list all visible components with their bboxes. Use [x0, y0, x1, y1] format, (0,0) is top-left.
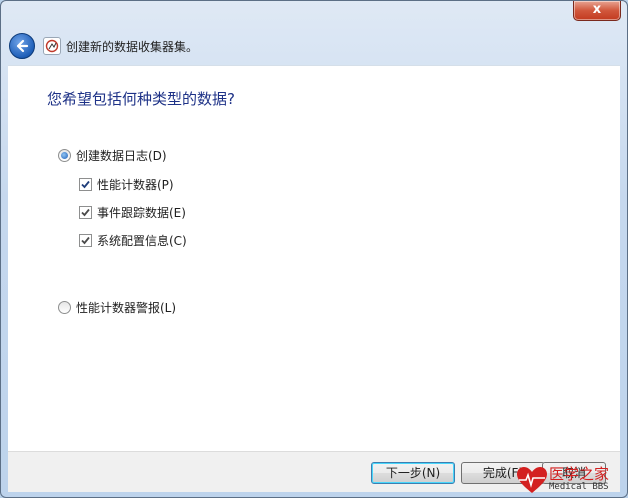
- wizard-window: x 创建新的数据收集器集。 您希望包括何种类型的数据? 创建数据日志(D) 性能…: [0, 0, 628, 498]
- radio-button-unselected[interactable]: [58, 301, 71, 314]
- checkmark-icon: [81, 236, 90, 245]
- checkbox-label: 事件跟踪数据(E): [97, 206, 186, 220]
- checkbox-checked[interactable]: [79, 234, 92, 247]
- checkbox-label: 系统配置信息(C): [97, 234, 187, 248]
- radio-label: 性能计数器警报(L): [76, 301, 177, 315]
- heart-icon: [517, 467, 547, 493]
- watermark-text: 医学之家: [549, 465, 610, 483]
- back-button[interactable]: [9, 33, 35, 59]
- wizard-title: 创建新的数据收集器集。: [66, 40, 199, 54]
- close-button[interactable]: x: [573, 1, 621, 21]
- checkbox-label: 性能计数器(P): [97, 178, 174, 192]
- page-question: 您希望包括何种类型的数据?: [47, 90, 235, 108]
- checkbox-performance-counter[interactable]: 性能计数器(P): [79, 176, 174, 193]
- wizard-content: 您希望包括何种类型的数据? 创建数据日志(D) 性能计数器(P) 事件跟踪数据(…: [8, 65, 620, 451]
- checkmark-icon: [81, 208, 90, 217]
- performance-monitor-icon: [43, 37, 61, 55]
- watermark: 医学之家 Medical BBS: [513, 459, 627, 497]
- radio-perf-counter-alert[interactable]: 性能计数器警报(L): [58, 299, 176, 316]
- watermark-subtext: Medical BBS: [549, 482, 609, 492]
- radio-create-data-logs[interactable]: 创建数据日志(D): [58, 147, 167, 164]
- radio-label: 创建数据日志(D): [76, 149, 167, 163]
- checkbox-event-trace[interactable]: 事件跟踪数据(E): [79, 204, 186, 221]
- close-icon: x: [592, 2, 602, 17]
- checkbox-system-config[interactable]: 系统配置信息(C): [79, 232, 187, 249]
- wizard-header: 创建新的数据收集器集。: [9, 33, 609, 61]
- checkmark-icon: [81, 180, 90, 189]
- next-button[interactable]: 下一步(N): [371, 462, 455, 484]
- checkbox-checked[interactable]: [79, 178, 92, 191]
- window-title-blurred: [331, 9, 481, 23]
- radio-button-selected[interactable]: [58, 149, 71, 162]
- checkbox-checked[interactable]: [79, 206, 92, 219]
- back-arrow-icon: [16, 39, 29, 53]
